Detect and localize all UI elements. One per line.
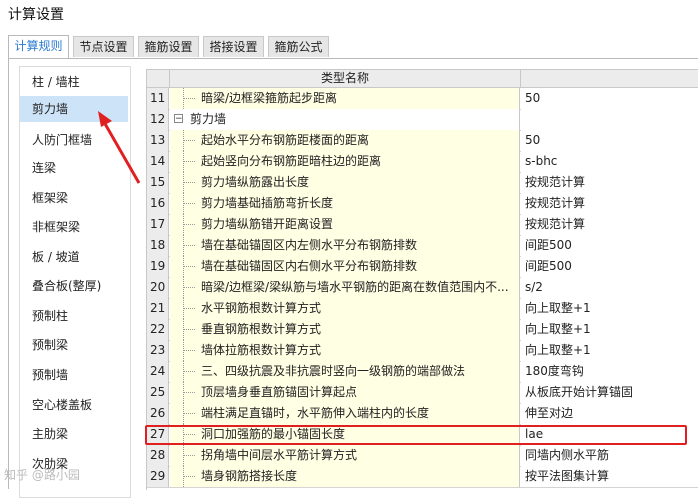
annotation-arrow (98, 111, 141, 184)
watermark: 知乎 @路小园 (4, 468, 80, 482)
arrow-shaft (102, 121, 141, 184)
arrow-head (98, 111, 112, 127)
